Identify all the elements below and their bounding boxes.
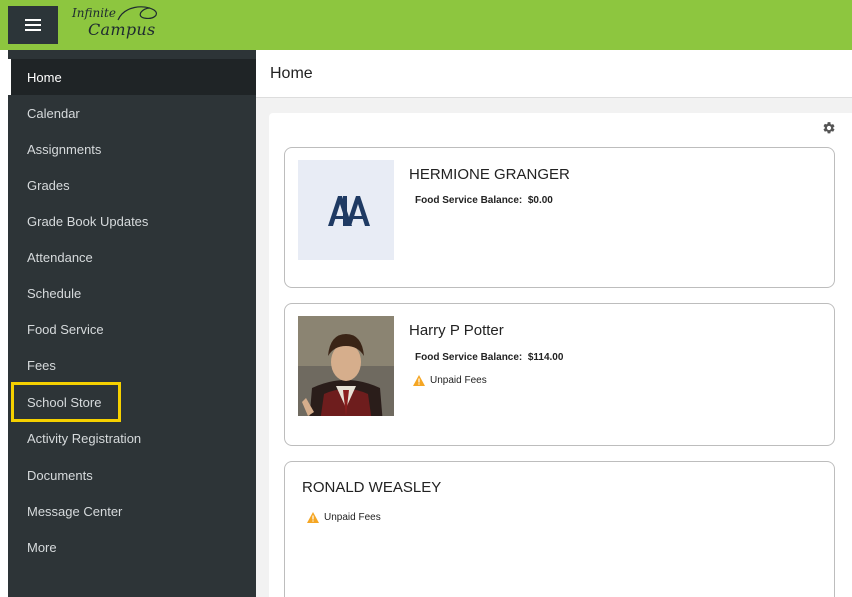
sidebar-item-school-store[interactable]: School Store — [8, 384, 256, 420]
food-service-balance: Food Service Balance: $114.00 — [415, 352, 563, 363]
logo-text-infinite: Infinite — [72, 6, 116, 20]
balance-label: Food Service Balance: — [415, 195, 523, 206]
sidebar-item-label: More — [27, 539, 57, 555]
student-photo-image — [298, 316, 394, 416]
student-photo — [298, 316, 394, 416]
sidebar-item-activity-registration[interactable]: Activity Registration — [8, 420, 256, 456]
menu-button[interactable] — [8, 6, 58, 44]
sidebar-item-label: Activity Registration — [27, 430, 142, 446]
student-name: HERMIONE GRANGER — [409, 166, 570, 183]
sidebar-item-label: Documents — [27, 467, 93, 483]
balance-value: $114.00 — [527, 352, 564, 363]
page-header: Home — [256, 50, 852, 98]
sidebar-item-grades[interactable]: Grades — [8, 167, 256, 203]
school-logo-icon — [328, 196, 370, 226]
student-name: RONALD WEASLEY — [302, 479, 442, 496]
sidebar-item-label: Food Service — [27, 321, 104, 337]
sidebar-item-label: Calendar — [27, 105, 80, 121]
hamburger-icon — [25, 19, 41, 31]
unpaid-fees-link[interactable]: Unpaid Fees — [307, 512, 381, 523]
student-card[interactable]: HERMIONE GRANGER Food Service Balance: $… — [284, 147, 835, 288]
sidebar-item-label: Fees — [27, 357, 56, 373]
sidebar-item-fees[interactable]: Fees — [8, 347, 256, 383]
sidebar-item-assignments[interactable]: Assignments — [8, 131, 256, 167]
sidebar-item-schedule[interactable]: Schedule — [8, 275, 256, 311]
sidebar-item-label: Grades — [27, 177, 70, 193]
sidebar-item-label: Assignments — [27, 141, 102, 157]
student-name: Harry P Potter — [409, 322, 504, 339]
student-card[interactable]: RONALD WEASLEY Unpaid Fees — [284, 461, 835, 597]
sidebar-item-label: Grade Book Updates — [27, 213, 149, 229]
infinite-campus-logo[interactable]: Infinite Campus — [70, 2, 170, 46]
sidebar-item-food-service[interactable]: Food Service — [8, 311, 256, 347]
logo-text-campus: Campus — [88, 20, 156, 39]
warning-icon — [413, 375, 425, 386]
food-service-balance: Food Service Balance: $0.00 — [415, 195, 553, 206]
sidebar-item-more[interactable]: More — [8, 529, 256, 565]
sidebar-item-calendar[interactable]: Calendar — [8, 95, 256, 131]
sidebar-item-grade-book-updates[interactable]: Grade Book Updates — [8, 203, 256, 239]
top-bar: Infinite Campus — [0, 0, 852, 50]
sidebar-item-documents[interactable]: Documents — [8, 457, 256, 493]
sidebar-item-message-center[interactable]: Message Center — [8, 493, 256, 529]
sidebar-item-label: Home — [27, 69, 62, 85]
sidebar-item-label: Attendance — [27, 249, 93, 265]
page-title: Home — [270, 65, 313, 82]
gear-icon[interactable] — [822, 121, 836, 135]
sidebar-item-label: School Store — [27, 394, 102, 410]
main-content: Home HERMIONE GRANGER Food Service Balan… — [256, 50, 852, 597]
balance-label: Food Service Balance: — [415, 352, 523, 363]
unpaid-fees-label: Unpaid Fees — [324, 512, 381, 523]
sidebar: Home Calendar Assignments Grades Grade B… — [8, 50, 256, 597]
warning-icon — [307, 512, 319, 523]
unpaid-fees-label: Unpaid Fees — [430, 375, 487, 386]
sidebar-item-home[interactable]: Home — [8, 59, 256, 95]
sidebar-item-attendance[interactable]: Attendance — [8, 239, 256, 275]
sidebar-item-label: Message Center — [27, 503, 123, 519]
students-panel: HERMIONE GRANGER Food Service Balance: $… — [269, 113, 852, 597]
balance-value: $0.00 — [527, 195, 553, 206]
sidebar-item-label: Schedule — [27, 285, 82, 301]
unpaid-fees-link[interactable]: Unpaid Fees — [413, 375, 487, 386]
school-logo — [298, 160, 394, 260]
student-card[interactable]: Harry P Potter Food Service Balance: $11… — [284, 303, 835, 446]
